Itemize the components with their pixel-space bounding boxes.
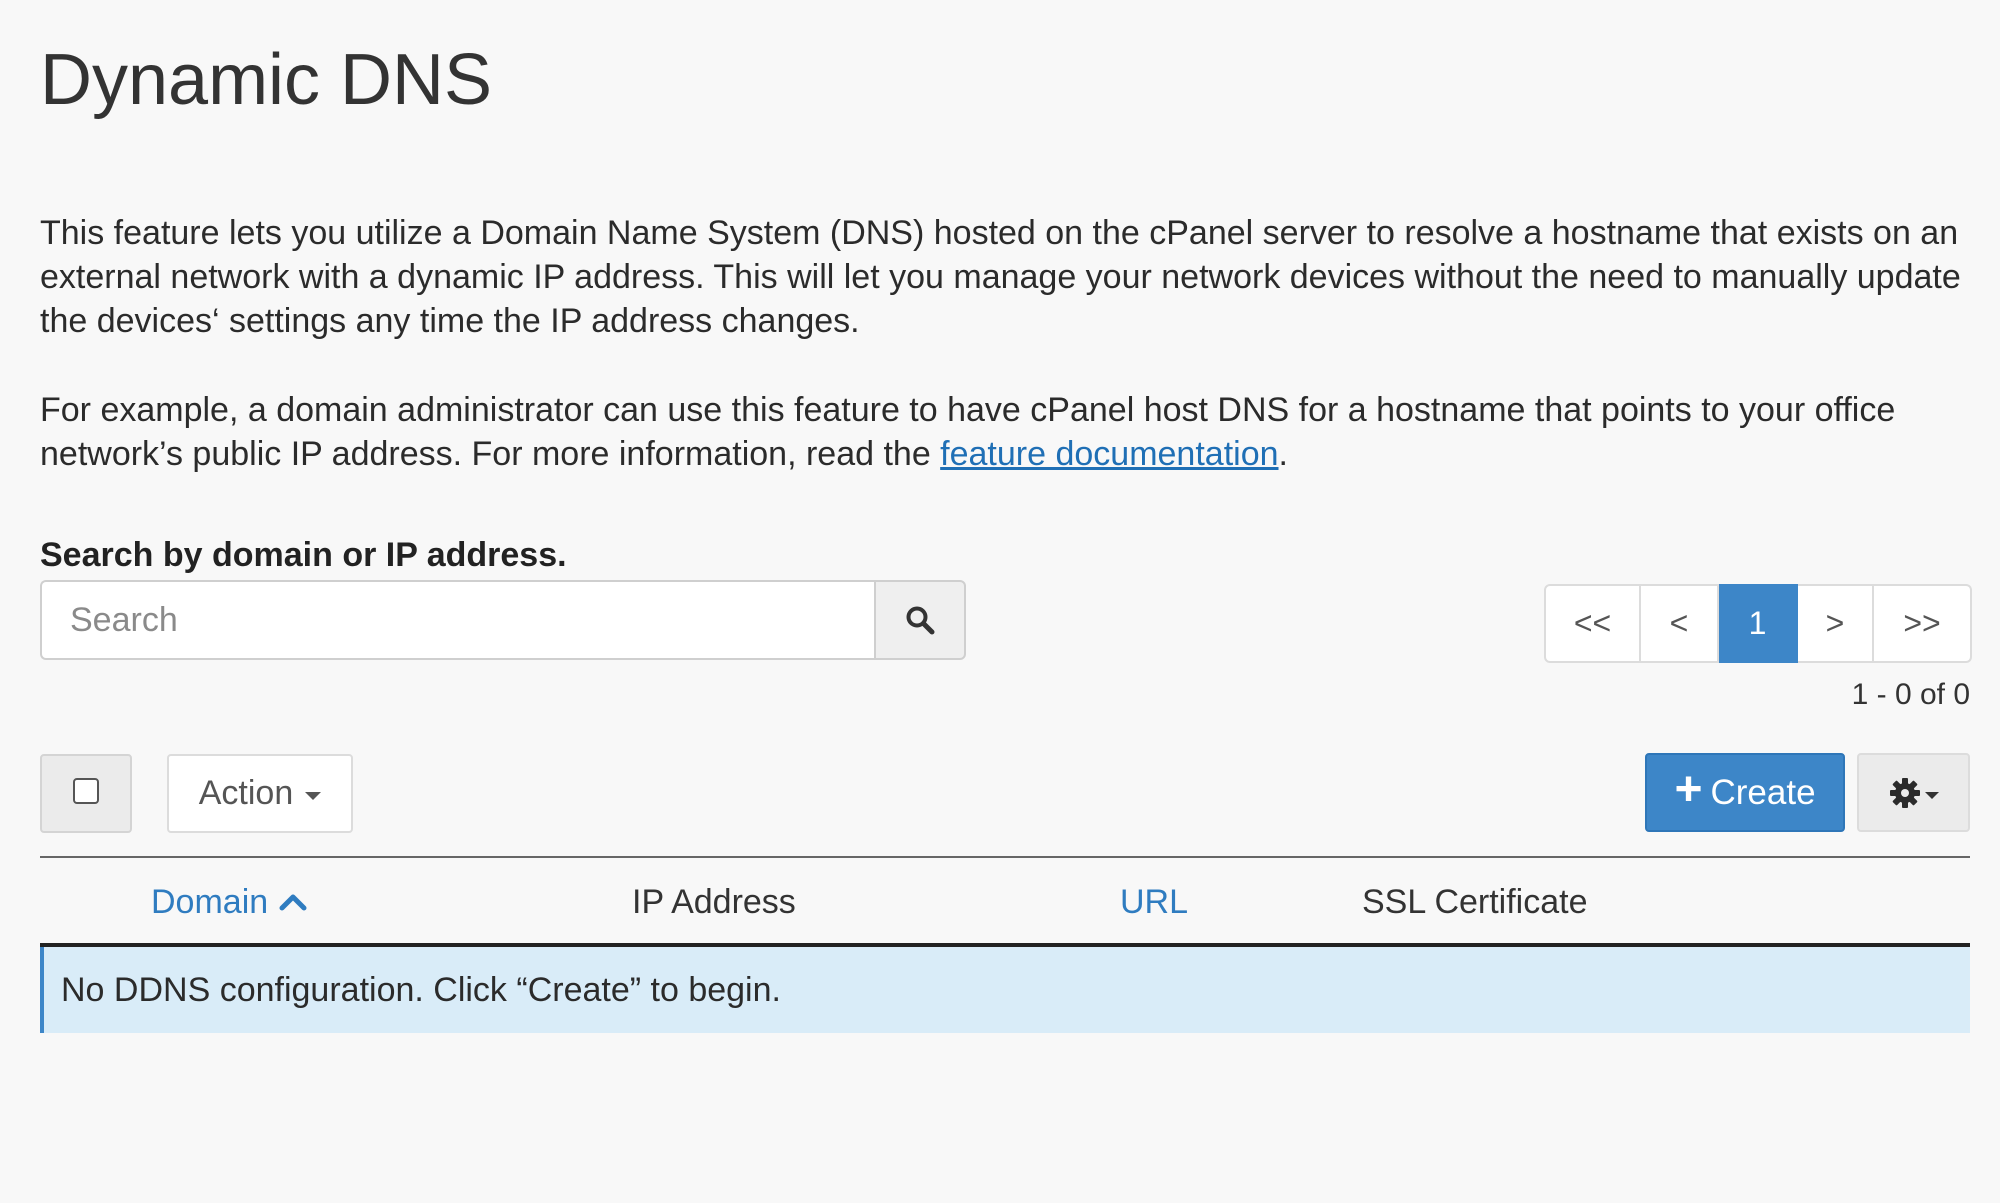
last-page-button[interactable]: >> <box>1874 584 1972 663</box>
caret-down-icon <box>305 791 322 800</box>
pagination: << < 1 > >> <box>1544 584 1972 663</box>
settings-dropdown-button[interactable] <box>1857 753 1970 832</box>
select-all-checkbox[interactable] <box>73 777 99 804</box>
column-header-domain-label: Domain <box>151 883 269 921</box>
intro-paragraph: This feature lets you utilize a Domain N… <box>40 214 1961 340</box>
chevron-up-icon <box>279 894 307 911</box>
column-header-ip-address: IP Address <box>632 883 796 921</box>
example-text-end: . <box>1278 435 1288 473</box>
previous-page-button[interactable]: < <box>1641 584 1719 663</box>
example-paragraph: For example, a domain administrator can … <box>40 388 1970 476</box>
search-label: Search by domain or IP address. <box>40 536 567 574</box>
column-header-domain[interactable]: Domain <box>151 880 308 924</box>
column-header-url[interactable]: URL <box>1120 880 1188 924</box>
table-header: Domain IP Address URL SSL Certificate <box>40 858 1970 943</box>
page-title: Dynamic DNS <box>40 40 493 120</box>
select-all-checkbox-container[interactable] <box>40 754 132 833</box>
search-button[interactable] <box>874 580 966 660</box>
current-page-button[interactable]: 1 <box>1719 584 1798 663</box>
empty-state-message: No DDNS configuration. Click “Create” to… <box>40 947 1970 1033</box>
gear-icon <box>1889 777 1920 808</box>
search-input[interactable] <box>40 580 874 660</box>
next-page-button[interactable]: > <box>1798 584 1874 663</box>
search-group <box>40 580 966 660</box>
create-button[interactable]: + Create <box>1645 753 1845 832</box>
plus-icon: + <box>1674 762 1703 816</box>
results-count: 1 - 0 of 0 <box>1851 678 1970 711</box>
create-label: Create <box>1710 772 1816 812</box>
action-dropdown-button[interactable]: Action <box>167 754 353 833</box>
search-icon <box>906 606 935 635</box>
action-label: Action <box>198 774 294 812</box>
first-page-button[interactable]: << <box>1544 584 1641 663</box>
column-header-ssl-certificate: SSL Certificate <box>1362 883 1588 921</box>
feature-documentation-link[interactable]: feature documentation <box>940 435 1278 473</box>
caret-down-icon <box>1924 792 1939 799</box>
